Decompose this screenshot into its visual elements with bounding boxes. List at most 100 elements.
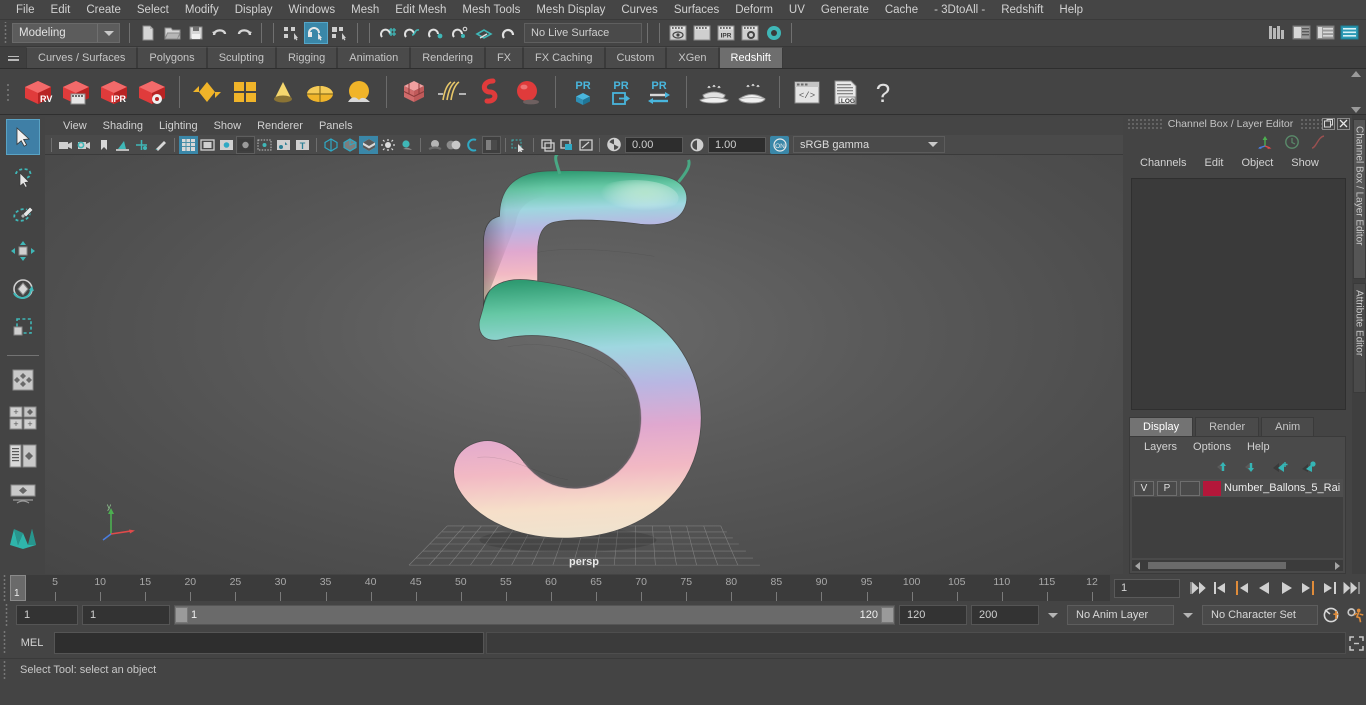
channel-box-menu-show[interactable]: Show [1282, 152, 1328, 174]
menu-display[interactable]: Display [227, 0, 281, 20]
menu-edit[interactable]: Edit [43, 0, 79, 20]
channel-box-menu-channels[interactable]: Channels [1131, 152, 1195, 174]
two-d-pan-zoom-icon[interactable] [132, 136, 151, 154]
outliner-persp-layout[interactable] [6, 438, 40, 474]
snap-to-point-icon[interactable] [424, 22, 448, 44]
layer-menu-layers[interactable]: Layers [1136, 437, 1185, 457]
exposure-field[interactable]: 0.00 [625, 136, 683, 153]
playback-end-time-field[interactable]: 120 [899, 605, 967, 625]
new-layer-icon[interactable] [1273, 461, 1289, 473]
command-language-label[interactable]: MEL [10, 637, 54, 649]
shadows-icon[interactable] [397, 136, 416, 154]
viewport-menu-renderer[interactable]: Renderer [249, 117, 311, 135]
menu-mesh-display[interactable]: Mesh Display [528, 0, 613, 20]
resolution-gate-icon[interactable] [217, 136, 236, 154]
panel-gripper[interactable] [1127, 117, 1163, 130]
open-scene-icon[interactable] [160, 22, 184, 44]
live-surface-field[interactable]: No Live Surface [524, 23, 642, 43]
shelf-tab-sculpting[interactable]: Sculpting [206, 47, 276, 68]
current-frame-field[interactable]: 1 [1114, 578, 1180, 598]
shelf-menu-icon[interactable] [4, 48, 22, 68]
move-layer-down-icon[interactable] [1245, 461, 1261, 473]
snap-to-view-plane-icon[interactable] [472, 22, 496, 44]
layer-menu-help[interactable]: Help [1239, 437, 1278, 457]
chevron-down-icon[interactable] [922, 137, 944, 152]
script-editor-icon[interactable] [1346, 632, 1366, 654]
redshift-bake-set-icon[interactable] [696, 72, 732, 112]
menu-mesh-tools[interactable]: Mesh Tools [454, 0, 528, 20]
menu-uv[interactable]: UV [781, 0, 813, 20]
redshift-light-icon[interactable] [265, 72, 301, 112]
redshift-script-editor-icon[interactable]: </> [789, 72, 825, 112]
scroll-right-icon[interactable] [1332, 560, 1343, 571]
redshift-render-view-icon[interactable]: RV [20, 72, 56, 112]
play-forwards-icon[interactable] [1276, 578, 1296, 598]
xray-joints-icon[interactable] [557, 136, 576, 154]
step-forward-frame-icon[interactable] [1298, 578, 1318, 598]
shelf-scroll-arrows[interactable] [1348, 71, 1364, 113]
show-hide-attribute-editor-icon[interactable] [1290, 22, 1314, 44]
screen-space-ambient-occlusion-icon[interactable] [425, 136, 444, 154]
exposure-icon[interactable] [604, 136, 623, 154]
go-to-start-icon[interactable] [1188, 578, 1208, 598]
viewport-menu-lighting[interactable]: Lighting [151, 117, 206, 135]
menu-generate[interactable]: Generate [813, 0, 877, 20]
layer-row[interactable]: V P Number_Ballons_5_Rai [1132, 479, 1343, 497]
multisample-anti-aliasing-icon[interactable] [463, 136, 482, 154]
layer-menu-options[interactable]: Options [1185, 437, 1239, 457]
range-slider[interactable]: 1 120 [174, 605, 895, 625]
menu-3dtoall[interactable]: - 3DtoAll - [926, 0, 993, 20]
motion-blur-icon[interactable] [444, 136, 463, 154]
redshift-dome-light-icon[interactable] [303, 72, 339, 112]
range-start-handle[interactable] [175, 607, 188, 623]
select-tool[interactable] [5, 119, 40, 155]
xray-active-components-icon[interactable] [576, 136, 595, 154]
shelf-tab-redshift[interactable]: Redshift [718, 47, 783, 68]
make-live-icon[interactable] [496, 22, 520, 44]
layer-tab-display[interactable]: Display [1129, 417, 1194, 436]
hypershade-icon[interactable] [762, 22, 786, 44]
playback-start-time-field[interactable]: 1 [82, 605, 170, 625]
shelf-tab-rigging[interactable]: Rigging [275, 47, 338, 68]
save-scene-icon[interactable] [184, 22, 208, 44]
show-hide-channel-box-icon[interactable] [1338, 22, 1362, 44]
anim-layer-chevron-down-icon[interactable] [1048, 612, 1058, 618]
shelf-tab-animation[interactable]: Animation [337, 47, 411, 68]
viewport-3d[interactable]: y persp [45, 155, 1123, 574]
layer-playback-toggle[interactable]: P [1157, 480, 1177, 496]
render-settings-icon[interactable] [738, 22, 762, 44]
menu-modify[interactable]: Modify [177, 0, 227, 20]
scrollbar-thumb[interactable] [1148, 562, 1286, 569]
ipr-render-icon[interactable]: IPR [714, 22, 738, 44]
lasso-select-tool[interactable] [6, 157, 40, 193]
layer-name-label[interactable]: Number_Ballons_5_Rai [1224, 482, 1340, 494]
isolate-select-icon[interactable] [510, 136, 529, 154]
single-perspective-view-layout[interactable] [6, 362, 40, 398]
menu-set-dropdown[interactable]: Modeling [12, 23, 120, 43]
render-current-frame-icon[interactable] [690, 22, 714, 44]
redo-icon[interactable] [232, 22, 256, 44]
axis-gizmo-icon[interactable] [1256, 134, 1274, 150]
scroll-left-icon[interactable] [1132, 560, 1143, 571]
rotate-tool[interactable] [6, 271, 40, 307]
redshift-hair-icon[interactable] [434, 72, 470, 112]
command-input[interactable] [54, 632, 484, 654]
show-hide-tool-settings-icon[interactable] [1314, 22, 1338, 44]
step-forward-keyframe-icon[interactable] [1320, 578, 1340, 598]
layer-display-type-toggle[interactable] [1180, 480, 1200, 496]
select-by-hierarchy-icon[interactable] [280, 22, 304, 44]
undo-icon[interactable] [208, 22, 232, 44]
range-end-handle[interactable] [881, 607, 894, 623]
smooth-shade-all-icon[interactable] [340, 136, 359, 154]
play-backwards-icon[interactable] [1254, 578, 1274, 598]
menu-edit-mesh[interactable]: Edit Mesh [387, 0, 454, 20]
viewport-menu-shading[interactable]: Shading [95, 117, 151, 135]
layer-visibility-toggle[interactable]: V [1134, 480, 1154, 496]
shelf-tab-fx[interactable]: FX [484, 47, 524, 68]
render-view-icon[interactable] [666, 22, 690, 44]
depth-of-field-icon[interactable] [482, 135, 501, 154]
animation-end-time-field[interactable]: 200 [971, 605, 1039, 625]
safe-action-icon[interactable] [274, 136, 293, 154]
step-back-keyframe-icon[interactable] [1210, 578, 1230, 598]
menu-cache[interactable]: Cache [877, 0, 926, 20]
